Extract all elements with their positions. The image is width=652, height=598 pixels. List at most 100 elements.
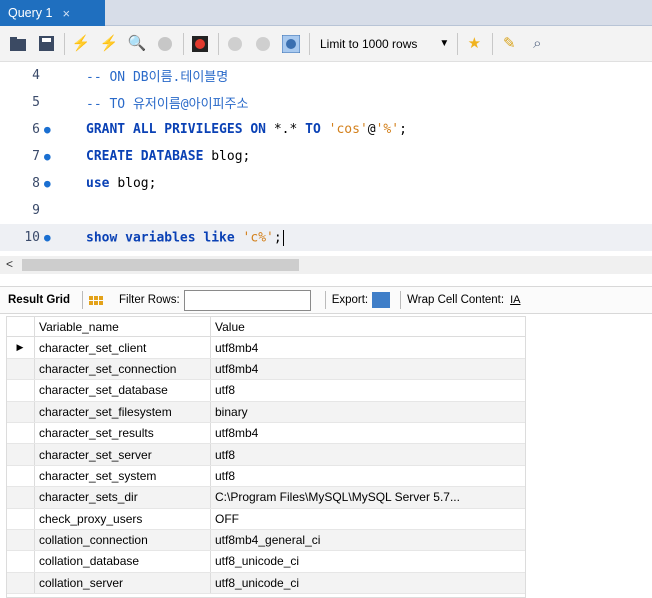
table-row[interactable]: collation_database utf8_unicode_ci xyxy=(6,551,526,573)
table-row[interactable]: character_set_server utf8 xyxy=(6,444,526,466)
table-row[interactable]: check_proxy_users OFF xyxy=(6,508,526,530)
cell-variable-name[interactable]: character_set_client xyxy=(35,337,211,358)
column-header-value[interactable]: Value xyxy=(211,317,526,336)
save-icon[interactable] xyxy=(36,34,56,54)
cell-value[interactable]: utf8 xyxy=(211,380,526,400)
export-icon[interactable] xyxy=(372,292,391,308)
cell-variable-name[interactable]: character_set_system xyxy=(35,465,211,487)
table-row[interactable]: character_set_connection utf8mb4 xyxy=(6,358,526,381)
scroll-left-icon[interactable]: < xyxy=(6,257,13,271)
row-marker[interactable] xyxy=(6,551,35,572)
cell-value[interactable]: utf8mb4 xyxy=(211,423,526,443)
cell-value[interactable]: utf8mb4 xyxy=(211,337,526,357)
filter-rows-input[interactable] xyxy=(183,289,311,311)
execute-selection-icon[interactable]: ⚡ xyxy=(99,34,119,54)
code-text[interactable]: GRANT ALL PRIVILEGES ON *.* TO 'cos'@'%'… xyxy=(62,122,407,137)
query-toolbar: ⚡ ⚡ 🔍 Limit to 1000 rows ▼ ★ ✎ ⌕ xyxy=(0,26,652,62)
table-row[interactable]: collation_server utf8_unicode_ci xyxy=(6,572,526,595)
cell-variable-name[interactable]: character_set_results xyxy=(35,422,211,444)
cell-value[interactable]: utf8 xyxy=(211,444,526,464)
cell-variable-name[interactable]: character_set_connection xyxy=(35,358,211,380)
code-text[interactable]: show variables like 'c%'; xyxy=(62,229,284,246)
cell-value[interactable]: utf8mb4_general_ci xyxy=(211,530,526,550)
row-marker[interactable] xyxy=(6,465,35,487)
cell-value[interactable]: utf8_unicode_ci xyxy=(211,573,526,593)
table-row[interactable]: character_set_filesystem binary xyxy=(6,401,526,423)
cell-variable-name[interactable]: collation_database xyxy=(35,551,211,572)
sql-editor[interactable]: 4 -- ON DB이름.테이블명 5 -- TO 유저이름@아이피주소 6 ● GRANT… xyxy=(0,62,652,252)
commit-icon[interactable] xyxy=(225,34,245,54)
line-number: 4 xyxy=(32,68,40,83)
editor-line[interactable]: 8 ● use blog; xyxy=(0,170,652,197)
row-marker[interactable] xyxy=(6,358,35,380)
row-marker[interactable] xyxy=(6,572,35,594)
row-marker[interactable] xyxy=(6,487,35,508)
editor-line[interactable]: 4 -- ON DB이름.테이블명 xyxy=(0,62,652,89)
cell-value[interactable]: utf8mb4 xyxy=(211,359,526,379)
code-text[interactable]: -- ON DB이름.테이블명 xyxy=(62,66,228,85)
result-grid-tab[interactable]: Result Grid xyxy=(8,294,70,306)
cell-value[interactable]: C:\Program Files\MySQL\MySQL Server 5.7.… xyxy=(211,487,526,507)
row-marker[interactable] xyxy=(6,529,35,551)
export-label: Export: xyxy=(331,294,369,306)
cell-variable-name[interactable]: character_set_filesystem xyxy=(35,401,211,422)
code-token: 'c%' xyxy=(242,230,274,245)
code-token: @ xyxy=(367,122,376,137)
cell-value[interactable]: utf8_unicode_ci xyxy=(211,551,526,571)
table-row[interactable]: character_set_results utf8mb4 xyxy=(6,422,526,445)
rollback-icon[interactable] xyxy=(253,34,273,54)
cell-value[interactable]: binary xyxy=(211,402,526,422)
editor-line[interactable]: 7 ● CREATE DATABASE blog; xyxy=(0,143,652,170)
bookmark-icon[interactable]: ★ xyxy=(464,34,484,54)
find-icon[interactable]: ⌕ xyxy=(527,34,547,54)
execute-icon[interactable]: ⚡ xyxy=(71,34,91,54)
cell-value[interactable]: OFF xyxy=(211,509,526,529)
wrap-cell-label: Wrap Cell Content: xyxy=(407,294,505,306)
code-text[interactable]: use blog; xyxy=(62,176,156,191)
toggle-results-icon[interactable] xyxy=(190,34,210,54)
code-token: ; xyxy=(399,122,407,137)
editor-line[interactable]: 9 xyxy=(0,197,652,224)
row-marker[interactable]: ▶ xyxy=(6,337,35,358)
limit-rows-select[interactable]: Limit to 1000 rows ▼ xyxy=(320,37,449,51)
tab-close-icon[interactable]: × xyxy=(62,6,70,21)
beautify-icon[interactable]: ✎ xyxy=(499,34,519,54)
cell-value[interactable]: utf8 xyxy=(211,466,526,486)
autocommit-icon[interactable] xyxy=(281,34,301,54)
tab-bar: Query 1 × xyxy=(0,0,652,26)
horizontal-scrollbar[interactable]: < xyxy=(0,256,652,274)
row-marker[interactable] xyxy=(6,380,35,401)
table-row[interactable]: character_set_system utf8 xyxy=(6,465,526,488)
editor-line[interactable]: 5 -- TO 유저이름@아이피주소 xyxy=(0,89,652,116)
cell-variable-name[interactable]: collation_server xyxy=(35,572,211,594)
scrollbar-thumb[interactable] xyxy=(22,259,299,271)
editor-line[interactable]: 6 ● GRANT ALL PRIVILEGES ON *.* TO 'cos'@'… xyxy=(0,116,652,143)
table-row[interactable]: character_set_database utf8 xyxy=(6,380,526,402)
cell-variable-name[interactable]: character_set_database xyxy=(35,380,211,401)
code-token: show variables like xyxy=(86,230,243,245)
row-marker[interactable] xyxy=(6,401,35,422)
tab-query-1[interactable]: Query 1 × xyxy=(0,0,105,26)
column-header-variable-name[interactable]: Variable_name xyxy=(35,317,211,337)
row-marker[interactable] xyxy=(6,422,35,444)
table-row[interactable]: ▶ character_set_client utf8mb4 xyxy=(6,337,526,359)
grid-layout-icon[interactable] xyxy=(88,295,103,305)
table-row[interactable]: collation_connection utf8mb4_general_ci xyxy=(6,529,526,552)
wrap-cell-icon[interactable]: IA xyxy=(510,294,520,306)
result-toolbar: Result Grid Filter Rows: Export: Wrap Ce… xyxy=(0,286,652,314)
toolbar-divider xyxy=(324,291,326,309)
explain-icon[interactable]: 🔍 xyxy=(127,34,147,54)
stop-icon[interactable] xyxy=(155,34,175,54)
cell-variable-name[interactable]: check_proxy_users xyxy=(35,508,211,529)
cell-variable-name[interactable]: collation_connection xyxy=(35,529,211,551)
code-text[interactable]: CREATE DATABASE blog; xyxy=(62,149,250,164)
result-grid[interactable]: Variable_name Value ▶ character_set_clien… xyxy=(6,316,526,595)
table-row[interactable]: character_sets_dir C:\Program Files\MySQL… xyxy=(6,487,526,509)
open-folder-icon[interactable] xyxy=(8,34,28,54)
editor-line[interactable]: 10 ● show variables like 'c%'; xyxy=(0,224,652,251)
cell-variable-name[interactable]: character_sets_dir xyxy=(35,487,211,508)
row-marker[interactable] xyxy=(6,444,35,465)
cell-variable-name[interactable]: character_set_server xyxy=(35,444,211,465)
code-text[interactable]: -- TO 유저이름@아이피주소 xyxy=(62,93,248,112)
row-marker[interactable] xyxy=(6,508,35,529)
